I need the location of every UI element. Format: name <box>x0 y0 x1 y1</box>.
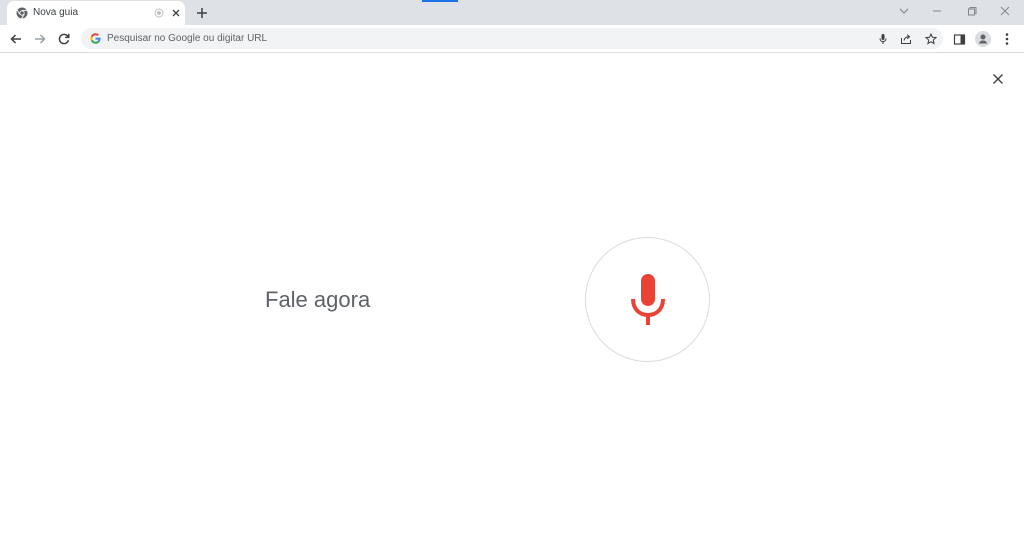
reload-button[interactable] <box>55 30 73 48</box>
minimize-icon <box>933 10 941 12</box>
menu-button[interactable] <box>998 30 1016 48</box>
voice-prompt-text: Fale agora <box>265 287 371 312</box>
tab-loading-indicator <box>422 0 458 2</box>
forward-button[interactable] <box>31 30 49 48</box>
arrow-right-icon <box>35 34 46 44</box>
share-button[interactable] <box>898 31 913 46</box>
chevron-down-icon <box>899 8 909 14</box>
side-panel-button[interactable] <box>950 30 968 48</box>
avatar-icon <box>975 31 991 47</box>
window-close-button[interactable] <box>995 2 1015 20</box>
restore-button[interactable] <box>962 2 982 20</box>
microphone-icon <box>879 33 886 44</box>
back-button[interactable] <box>7 30 25 48</box>
bookmark-button[interactable] <box>923 31 938 46</box>
voice-search-close-button[interactable] <box>990 71 1006 87</box>
close-icon <box>993 74 1003 84</box>
restore-icon <box>968 7 977 16</box>
close-icon <box>1000 6 1010 16</box>
browser-toolbar <box>0 25 1024 53</box>
kebab-menu-icon <box>1005 33 1009 45</box>
tab-new-tab[interactable]: Nova guia <box>7 1 185 25</box>
voice-search-button[interactable] <box>875 31 890 46</box>
tab-search-button[interactable] <box>894 2 914 20</box>
address-bar-input[interactable] <box>107 28 847 49</box>
reload-icon <box>58 33 70 45</box>
arrow-left-icon <box>10 34 21 44</box>
profile-button[interactable] <box>974 30 992 48</box>
microphone-icon <box>630 273 665 325</box>
side-panel-icon <box>953 33 965 45</box>
star-icon <box>924 32 937 45</box>
plus-icon[interactable] <box>194 5 210 21</box>
google-g-icon <box>90 33 101 44</box>
chrome-icon <box>16 7 28 19</box>
recording-indicator-icon <box>154 8 164 18</box>
close-icon[interactable] <box>170 7 182 19</box>
tab-title: Nova guia <box>33 7 79 18</box>
share-icon <box>900 33 911 44</box>
tab-strip: Nova guia <box>0 0 1024 25</box>
omnibox[interactable] <box>81 28 943 49</box>
minimize-button[interactable] <box>927 2 947 20</box>
voice-mic-button[interactable] <box>585 237 710 362</box>
